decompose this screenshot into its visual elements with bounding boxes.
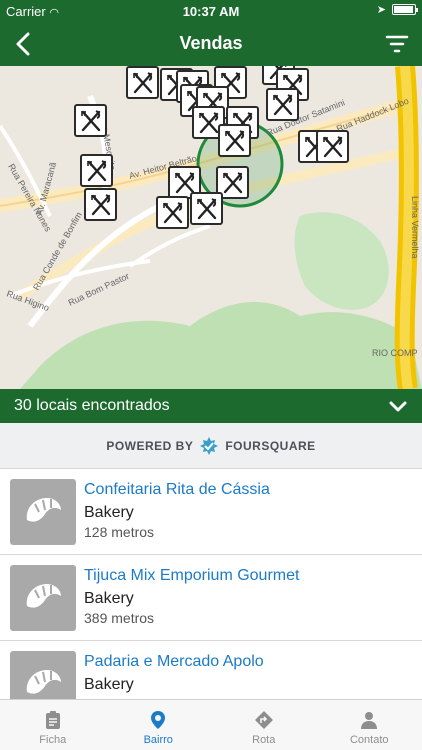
results-count: 30 locais encontrados: [14, 397, 170, 414]
chevron-down-icon[interactable]: [388, 396, 408, 416]
place-category: Bakery: [84, 676, 134, 693]
clock: 10:37 AM: [182, 4, 240, 19]
map-view[interactable]: Av. Maracanã Rua Pereira Nunes Rua Conde…: [0, 66, 422, 389]
fork-knife-icon[interactable]: [218, 124, 251, 157]
map-pin-icon: [151, 711, 166, 729]
powered-by-foursquare: POWERED BY FOURSQUARE: [0, 423, 422, 469]
list-item[interactable]: Tijuca Mix Emporium Gourmet Bakery 389 m…: [0, 555, 422, 641]
status-bar: Carrier ◠ 10:37 AM ➤: [0, 0, 422, 22]
page-title: Vendas: [179, 33, 243, 53]
foursquare-brand: FOURSQUARE: [225, 438, 316, 453]
filter-icon[interactable]: [384, 32, 410, 56]
person-icon: [361, 712, 378, 729]
fork-knife-icon[interactable]: [84, 188, 117, 221]
powered-by-label: POWERED BY: [106, 438, 194, 453]
fork-knife-icon[interactable]: [74, 104, 107, 137]
place-name[interactable]: Confeitaria Rita de Cássia: [84, 481, 270, 499]
tab-ficha[interactable]: Ficha: [0, 700, 106, 750]
fork-knife-icon[interactable]: [80, 154, 113, 187]
croissant-icon: [10, 479, 76, 545]
tab-label: Rota: [252, 734, 276, 746]
tab-contato[interactable]: Contato: [317, 700, 422, 750]
clipboard-icon: [45, 711, 60, 729]
directions-icon: [254, 711, 273, 729]
place-distance: 389 metros: [84, 610, 155, 626]
tab-bairro[interactable]: Bairro: [106, 700, 212, 750]
croissant-icon: [10, 565, 76, 631]
fork-knife-icon[interactable]: [316, 130, 349, 163]
location-arrow-icon: ➤: [376, 4, 386, 16]
place-name[interactable]: Padaria e Mercado Apolo: [84, 653, 264, 671]
list-item[interactable]: Padaria e Mercado Apolo Bakery: [0, 641, 422, 699]
battery-icon: [392, 4, 418, 15]
foursquare-logo-icon: [200, 436, 219, 455]
tab-rota[interactable]: Rota: [211, 700, 317, 750]
street-label: Linha Vermelha: [410, 196, 420, 259]
tab-label: Bairro: [143, 734, 173, 746]
fork-knife-icon[interactable]: [126, 66, 159, 99]
place-category: Bakery: [84, 504, 134, 521]
tab-label: Ficha: [39, 734, 67, 746]
fork-knife-icon[interactable]: [190, 192, 223, 225]
places-list[interactable]: Confeitaria Rita de Cássia Bakery 128 me…: [0, 469, 422, 699]
place-distance: 128 metros: [84, 524, 155, 540]
status-right: ➤: [376, 3, 418, 16]
nav-bar: Vendas: [0, 22, 422, 66]
tab-bar: Ficha Bairro Rota Contato: [0, 699, 422, 750]
fork-knife-icon[interactable]: [266, 88, 299, 121]
croissant-icon: [10, 651, 76, 699]
list-item[interactable]: Confeitaria Rita de Cássia Bakery 128 me…: [0, 469, 422, 555]
tab-label: Contato: [349, 734, 389, 746]
fork-knife-icon[interactable]: [156, 196, 189, 229]
results-bar[interactable]: 30 locais encontrados: [0, 389, 422, 423]
street-label: RIO COMP: [372, 348, 418, 358]
place-category: Bakery: [84, 590, 134, 607]
place-name[interactable]: Tijuca Mix Emporium Gourmet: [84, 567, 299, 585]
